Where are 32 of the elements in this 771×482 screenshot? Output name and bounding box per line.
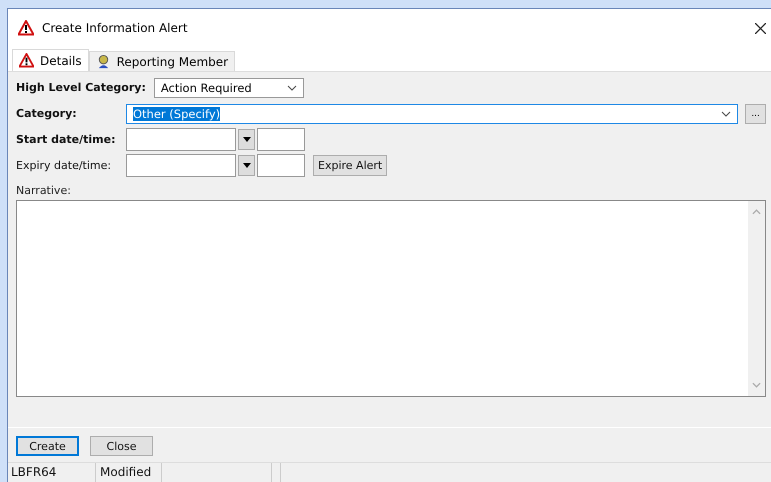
field-label: Start date/time: — [16, 133, 116, 146]
field-label: High Level Category: — [16, 81, 146, 94]
time-field[interactable] — [257, 128, 305, 151]
scroll-down-icon[interactable] — [752, 382, 761, 388]
status-text: Modified — [96, 463, 162, 482]
browse-button[interactable]: ... — [745, 104, 766, 124]
dialog-button[interactable]: Close — [90, 436, 153, 456]
scroll-up-icon[interactable] — [752, 209, 761, 215]
date-field[interactable] — [126, 154, 236, 177]
dropdown-field[interactable]: Other (Specify) — [126, 104, 738, 124]
chevron-icon — [721, 110, 732, 116]
expire-alert-button[interactable]: Expire Alert — [313, 155, 388, 176]
caret-icon — [242, 137, 250, 142]
chevron-icon — [286, 84, 297, 90]
dropdown-field[interactable]: Action Required — [154, 78, 304, 98]
tab[interactable]: Details — [12, 49, 89, 71]
dropdown-arrow-button[interactable] — [238, 129, 255, 150]
scrollbar[interactable] — [748, 201, 765, 396]
close-icon[interactable] — [755, 22, 766, 34]
time-field[interactable] — [257, 154, 305, 177]
field-label: Expiry date/time: — [16, 159, 112, 172]
dialog-button[interactable]: Create — [16, 436, 79, 456]
tab[interactable]: Reporting Member — [88, 51, 236, 71]
window-title: Create Information Alert — [42, 21, 189, 35]
narrative-label: Narrative: — [16, 184, 72, 197]
status-text: LBFR64 — [8, 463, 96, 482]
date-field[interactable] — [126, 128, 236, 151]
caret-icon — [242, 163, 250, 168]
warning-icon — [18, 20, 34, 36]
warning-icon — [19, 53, 34, 68]
dropdown-arrow-button[interactable] — [238, 155, 255, 176]
field-label: Category: — [16, 107, 78, 120]
